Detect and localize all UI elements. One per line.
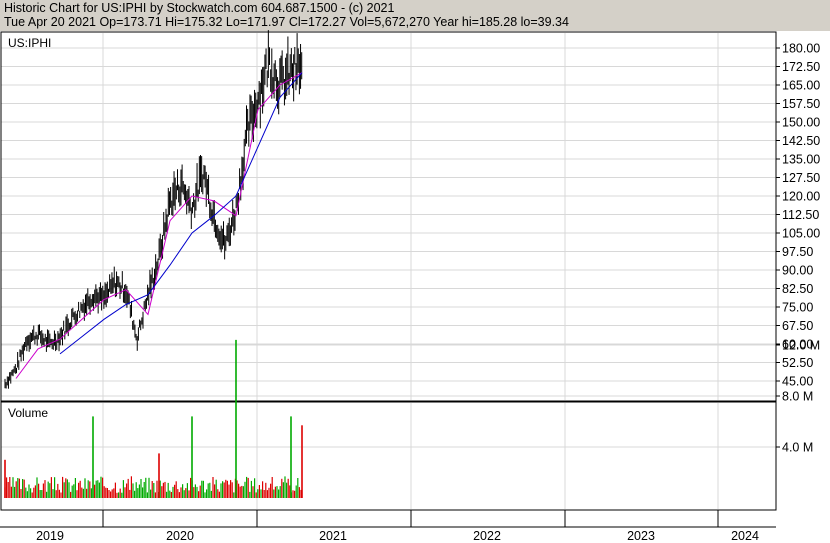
volume-tick-label: 4.0 M bbox=[782, 441, 813, 455]
price-panel-label: US:IPHI bbox=[8, 36, 51, 50]
volume-tick-label: 12.0 M bbox=[782, 339, 820, 353]
price-tick-label: 180.00 bbox=[782, 42, 820, 56]
volume-panel-label: Volume bbox=[8, 406, 48, 420]
price-tick-label: 150.00 bbox=[782, 116, 820, 130]
price-tick-label: 120.00 bbox=[782, 190, 820, 204]
year-tick-label: 2023 bbox=[627, 529, 655, 543]
price-tick-label: 142.50 bbox=[782, 134, 820, 148]
year-tick-label: 2020 bbox=[166, 529, 194, 543]
price-tick-label: 127.50 bbox=[782, 171, 820, 185]
year-tick-label: 2024 bbox=[731, 529, 759, 543]
price-tick-label: 67.50 bbox=[782, 319, 813, 333]
year-tick-label: 2019 bbox=[36, 529, 64, 543]
price-tick-label: 97.50 bbox=[782, 245, 813, 259]
price-tick-label: 52.50 bbox=[782, 356, 813, 370]
price-tick-label: 45.00 bbox=[782, 375, 813, 389]
stock-chart: US:IPHI Volume 180.00 172.50 165.00 157.50 1… bbox=[0, 30, 830, 543]
year-tick-label: 2021 bbox=[319, 529, 347, 543]
price-tick-label: 112.50 bbox=[782, 208, 819, 222]
price-tick-label: 165.00 bbox=[782, 79, 820, 93]
year-tick-label: 2022 bbox=[473, 529, 501, 543]
price-tick-label: 105.00 bbox=[782, 227, 820, 241]
price-tick-label: 157.50 bbox=[782, 97, 820, 111]
volume-tick-label: 8.0 M bbox=[782, 390, 813, 404]
price-tick-label: 82.50 bbox=[782, 282, 813, 296]
price-tick-label: 172.50 bbox=[782, 60, 820, 74]
price-tick-label: 90.00 bbox=[782, 264, 813, 278]
price-tick-label: 75.00 bbox=[782, 301, 813, 315]
price-tick-label: 135.00 bbox=[782, 153, 820, 167]
